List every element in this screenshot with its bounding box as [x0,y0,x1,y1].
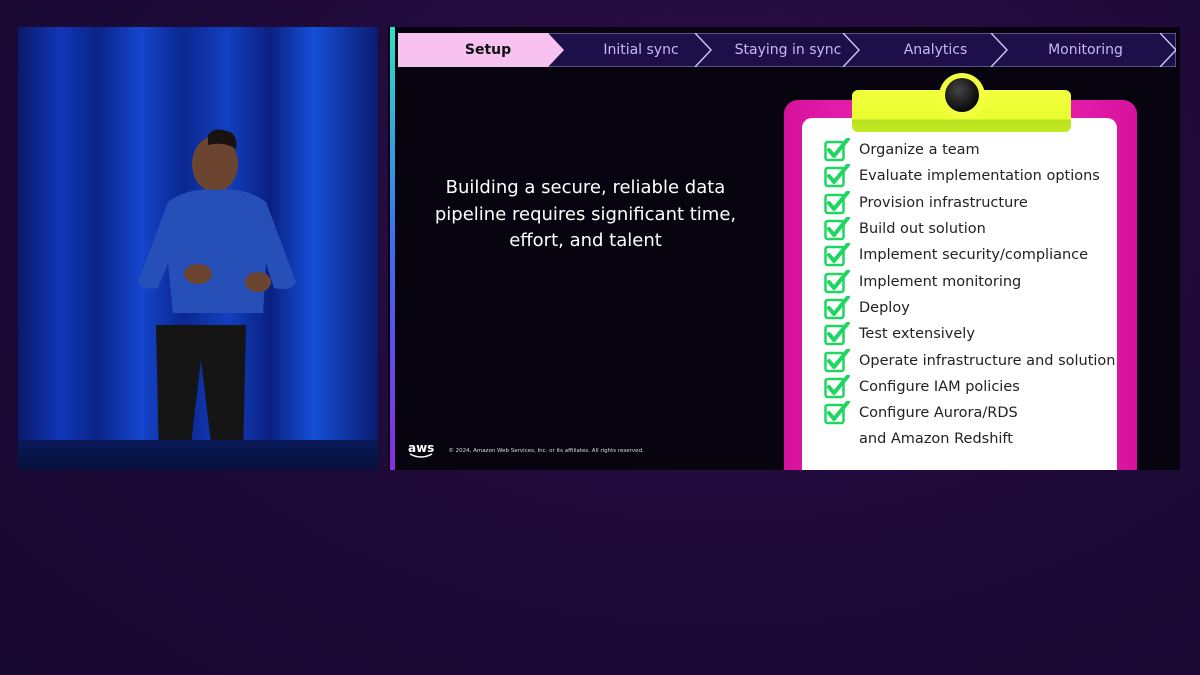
accent-bar [390,27,395,470]
slide-footer: aws © 2024, Amazon Web Services, Inc. or… [408,441,644,459]
checklist-label: Implement monitoring [859,273,1022,290]
checkmark-icon [824,374,850,399]
checklist-item: and Amazon Redshift [824,426,1116,452]
step-analytics: Analytics [903,42,968,58]
checklist-item: Configure Aurora/RDS [824,400,1116,426]
checklist-item: Configure IAM policies [824,374,1116,400]
checklist-label: and Amazon Redshift [859,431,1013,448]
checklist-item: Operate infrastructure and solution [824,347,1116,373]
checkmark-icon [824,164,850,188]
checklist-label: Provision infrastructure [859,194,1028,211]
checklist: Organize a team Evaluate implementation o… [824,137,1116,453]
checklist-label: Implement security/compliance [859,247,1089,264]
clip-hole [945,78,979,112]
checklist-label: Build out solution [859,221,986,238]
step-staying-in-sync: Staying in sync [734,42,842,58]
aws-logo: aws [408,441,435,458]
speaker-figure [138,129,296,460]
checklist-item: Organize a team [824,137,1116,163]
step-setup: Setup [464,42,512,58]
stage-floor [18,440,378,470]
checkmark-icon [824,138,850,162]
checkmark-icon [824,348,850,372]
checklist-label: Deploy [859,299,910,316]
step-monitoring: Monitoring [1048,42,1123,58]
checkmark-icon [824,217,850,241]
checklist-item: Implement security/compliance [824,242,1116,268]
slide-headline: Building a secure, reliable data pipelin… [434,177,737,251]
checkmark-icon [824,322,850,346]
progress-steps: Setup Initial sync Staying in sync Analy… [398,33,1176,67]
checklist-label: Configure Aurora/RDS [859,405,1018,422]
checklist-item: Evaluate implementation options [824,163,1116,189]
checklist-item: Build out solution [824,216,1116,242]
checkmark-icon [824,190,850,214]
checklist-item: Implement monitoring [824,268,1116,294]
step-initial-sync: Initial sync [603,42,679,58]
checklist-item: Deploy [824,295,1116,321]
presentation-slide: Setup Initial sync Staying in sync Analy… [388,27,1180,470]
checklist-item: Test extensively [824,321,1116,347]
checklist-label: Test extensively [859,326,975,343]
checklist-label: Configure IAM policies [859,378,1020,395]
checklist-item: Provision infrastructure [824,190,1116,216]
speaker-video [18,27,378,470]
checklist-label: Evaluate implementation options [859,168,1100,185]
copyright: © 2024, Amazon Web Services, Inc. or its… [448,448,644,454]
checkmark-icon [824,243,850,267]
checklist-label: Operate infrastructure and solution [859,352,1116,369]
checklist-label: Organize a team [859,142,980,159]
checkmark-icon [824,295,850,320]
checkmark-icon [824,401,850,425]
checkmark-icon [824,269,850,293]
